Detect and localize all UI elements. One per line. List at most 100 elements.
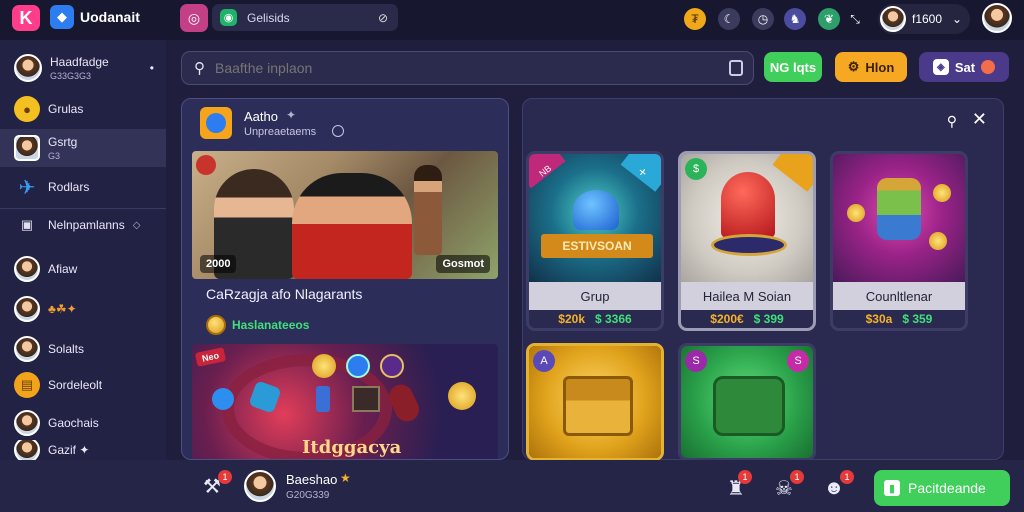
tile-banner: ESTIVSOAN xyxy=(541,234,653,258)
person-figure xyxy=(414,165,442,255)
tab-active[interactable]: ◉ Gelisids ⊘ xyxy=(212,4,398,31)
button-label: NG lqts xyxy=(769,59,817,75)
cta-button[interactable]: ▮ Pacitdeande xyxy=(874,470,1010,506)
bag-icon xyxy=(713,376,785,436)
moon-icon[interactable]: ☾ xyxy=(718,8,740,30)
sidebar-item-sub: G33G3G3 xyxy=(50,71,92,81)
promo-banner[interactable]: Neo Itdggacya xyxy=(192,344,498,459)
sidebar-item-groups[interactable]: ● Grulas xyxy=(0,90,166,128)
shop-tile[interactable]: Counltlenar $30a $ 359 xyxy=(830,151,968,331)
sidebar-item-label: Sordeleolt xyxy=(48,378,103,392)
chevron-down-icon[interactable]: ⌄ xyxy=(952,12,962,26)
bell-base xyxy=(711,234,787,256)
people-icon[interactable]: ♞ xyxy=(784,8,806,30)
gem-icon xyxy=(573,190,619,230)
plus-icon[interactable]: + xyxy=(620,154,661,192)
ribbon-icon xyxy=(772,154,813,192)
tile-price: $30a xyxy=(865,312,893,326)
sidebar-item-afiaw[interactable]: Afiaw xyxy=(0,250,166,288)
sidebar-item-solalts[interactable]: Solalts xyxy=(0,330,166,368)
grid-icon xyxy=(352,386,380,412)
games-icon[interactable]: ◎ xyxy=(180,4,208,32)
star-icon: ★ xyxy=(340,471,351,485)
tube-icon xyxy=(385,380,423,426)
coin-icon xyxy=(448,382,476,410)
orb-icon xyxy=(212,388,234,410)
bell-icon xyxy=(721,172,775,238)
shop-panel: ⚲ ✕ ESTIVSOAN NB + Grup $20k $ 3366 $ Ha… xyxy=(522,98,1004,461)
clipboard-icon[interactable] xyxy=(729,60,743,76)
tile-corner-tag: $ xyxy=(685,158,707,180)
hero-right-tag: Gosmot xyxy=(436,255,490,273)
shop-tile[interactable]: ESTIVSOAN NB + Grup $20k $ 3366 xyxy=(526,151,664,331)
toolbar-button-2[interactable]: ⚙ Hlon xyxy=(835,52,907,82)
tile-prices: $30a $ 359 xyxy=(833,312,965,326)
robot-icon: ▣ xyxy=(20,217,34,232)
app-logo[interactable]: K xyxy=(12,5,40,31)
sidebar-item-label: Gazif ✦ xyxy=(48,443,90,457)
sidebar-item-clubs[interactable]: ♣☘✦ xyxy=(0,290,166,328)
token-icon xyxy=(380,354,404,378)
notification-badge: 1 xyxy=(840,470,854,484)
sidebar-item-nelnpamlanns[interactable]: ▣ Nelnpamlanns ◇ xyxy=(0,206,166,244)
tile-label: Hailea M Soian xyxy=(681,282,813,310)
gear-icon: ⚙ xyxy=(847,59,860,74)
user-chip[interactable]: f1600 ⌄ xyxy=(878,4,970,34)
avatar xyxy=(880,6,906,32)
bottom-user-sub: G20G339 xyxy=(286,490,330,501)
tab-icon: ◉ xyxy=(220,9,237,26)
sidebar-item-gazif[interactable]: Gazif ✦ xyxy=(0,440,166,460)
avatar xyxy=(14,135,40,161)
hero-left-tag: 2000 xyxy=(200,255,237,273)
tile-alt-price: $ 359 xyxy=(902,312,933,326)
hero-image[interactable]: 2000 Gosmot xyxy=(192,151,498,279)
profile-avatar[interactable] xyxy=(982,3,1012,33)
tile-ribbon: NB xyxy=(529,154,566,189)
avatar xyxy=(14,54,42,82)
star-icon: ✦ xyxy=(286,108,297,122)
hero-caption: CaRzagja afo Nlagarants xyxy=(206,286,363,302)
sidebar-item-label: Haadfadge xyxy=(50,55,109,69)
chest-icon: ▤ xyxy=(14,372,40,398)
smiley-icon xyxy=(981,60,996,74)
coins-icon: ● xyxy=(14,96,40,122)
close-icon[interactable]: ⊘ xyxy=(378,11,388,25)
clock-icon[interactable]: ◷ xyxy=(752,8,774,30)
expand-icon[interactable]: ⤡ xyxy=(844,8,866,30)
sidebar-item-sordeleolt[interactable]: ▤ Sordeleolt xyxy=(0,366,166,404)
search-input[interactable] xyxy=(215,60,715,76)
sidebar-item-active[interactable]: Gsrtg G3 xyxy=(0,129,166,167)
user-balance: f1600 xyxy=(912,12,943,26)
tile-prices: $20k $ 3366 xyxy=(529,312,661,326)
search-icon[interactable]: ⚲ xyxy=(947,113,957,130)
notification-badge: 1 xyxy=(738,470,752,484)
avatar[interactable] xyxy=(244,470,276,502)
top-bar xyxy=(0,0,1024,40)
search-bar[interactable]: ⚲ xyxy=(181,51,754,85)
toolbar-button-3[interactable]: ◈ Sat xyxy=(919,52,1009,82)
toolbar-button-1[interactable]: NG lqts xyxy=(764,52,822,82)
bag-icon: ◈ xyxy=(932,59,949,75)
person-figure xyxy=(292,173,412,279)
leaf-icon[interactable]: ❦ xyxy=(818,8,840,30)
tile-prices: $200€ $ 399 xyxy=(681,312,813,326)
promo-tag: Neo xyxy=(194,347,227,367)
sidebar-item-rodlars[interactable]: ✈ Rodlars xyxy=(0,168,166,206)
coin-icon xyxy=(206,315,226,335)
coin-icon[interactable]: ₮ xyxy=(684,8,706,30)
avatar xyxy=(14,256,40,282)
sidebar-item-gaochais[interactable]: Gaochais xyxy=(0,404,166,442)
shop-tile[interactable]: A xyxy=(526,343,664,461)
shop-tile[interactable]: S S xyxy=(678,343,816,461)
tile-art: S S xyxy=(681,346,813,458)
card-header: Aatho ✦ Unpreaetaems xyxy=(182,99,508,147)
sidebar-item-label: Rodlars xyxy=(48,180,90,194)
info-icon[interactable] xyxy=(332,125,344,137)
sidebar-item-profile[interactable]: Haadfadge G33G3G3 • xyxy=(0,46,166,90)
app-icon: ◆ xyxy=(50,5,74,29)
shop-tile[interactable]: $ Hailea M Soian $200€ $ 399 xyxy=(678,151,816,331)
close-icon[interactable]: ✕ xyxy=(972,109,987,130)
potion-icon xyxy=(877,178,921,240)
avatar xyxy=(14,336,40,362)
avatar xyxy=(14,410,40,436)
